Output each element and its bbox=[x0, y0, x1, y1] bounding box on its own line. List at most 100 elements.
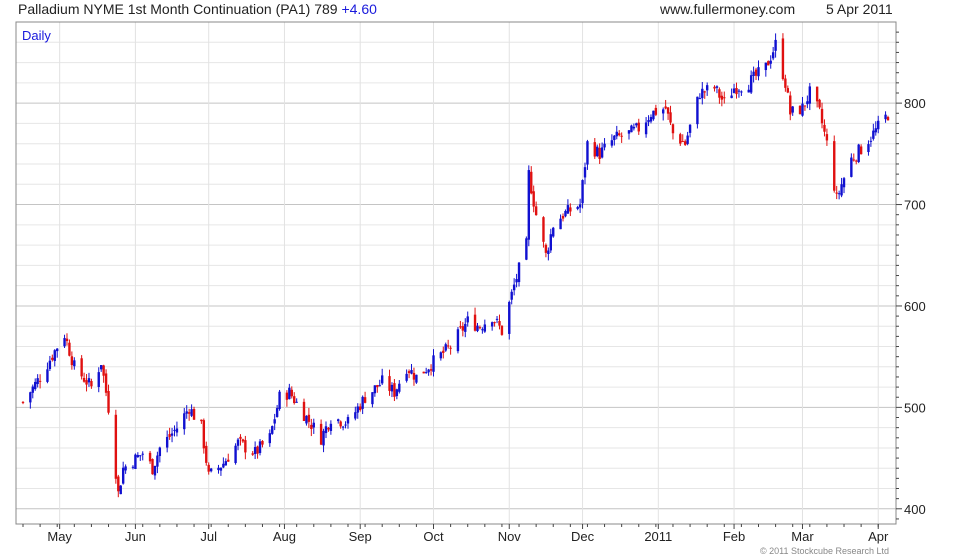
candle-body bbox=[444, 344, 447, 351]
candle-body bbox=[835, 192, 838, 194]
x-tick-label: May bbox=[47, 529, 72, 544]
candle-body bbox=[586, 141, 589, 165]
candle-body bbox=[850, 157, 853, 177]
candle-body bbox=[200, 419, 203, 422]
candle-body bbox=[288, 387, 291, 400]
candle-body bbox=[789, 95, 792, 115]
candle-body bbox=[275, 408, 279, 418]
price-change: +4.60 bbox=[341, 1, 377, 17]
candle-body bbox=[842, 178, 846, 188]
candle-body bbox=[395, 389, 399, 397]
candle-body bbox=[596, 146, 599, 157]
candle-body bbox=[749, 75, 753, 93]
candle-body bbox=[637, 122, 640, 132]
candle-body bbox=[65, 338, 69, 342]
candle-body bbox=[493, 322, 496, 324]
candle-body bbox=[566, 205, 570, 214]
candle-body bbox=[114, 414, 118, 479]
grid-lines bbox=[16, 22, 896, 524]
candle-body bbox=[781, 38, 785, 80]
candle-body bbox=[124, 466, 127, 471]
candle-body bbox=[473, 314, 477, 331]
candle-body bbox=[209, 468, 213, 472]
candle-body bbox=[576, 206, 579, 209]
candle-body bbox=[170, 433, 174, 436]
x-tick-label: 2011 bbox=[644, 529, 672, 544]
candle-body bbox=[48, 360, 52, 369]
candle-body bbox=[82, 377, 86, 382]
candle-body bbox=[598, 147, 601, 159]
candle-body bbox=[449, 347, 452, 349]
candle-body bbox=[224, 461, 228, 466]
y-tick-label: 700 bbox=[904, 198, 926, 213]
candle-body bbox=[754, 69, 758, 76]
candle-body bbox=[791, 106, 794, 113]
candle-body bbox=[165, 436, 169, 448]
plot-frame bbox=[15, 21, 897, 525]
candle-body bbox=[649, 117, 653, 122]
candle-body bbox=[549, 234, 552, 251]
candle-body bbox=[424, 372, 428, 374]
candle-body bbox=[478, 327, 482, 329]
candle-body bbox=[141, 453, 144, 455]
x-tick-label: Apr bbox=[868, 529, 889, 544]
candle-body bbox=[168, 434, 171, 437]
candle-body bbox=[620, 135, 623, 137]
candle-body bbox=[187, 412, 191, 414]
candle-body bbox=[855, 160, 858, 162]
candle-body bbox=[104, 373, 108, 393]
candle-body bbox=[70, 356, 74, 366]
x-axis: May Jun Jul Aug Sep Oct Nov Dec 2011 Feb Mar Apr bbox=[22, 524, 889, 544]
candle-body bbox=[627, 130, 631, 134]
instrument-name: Palladium NYME 1st Month Continuation (P… bbox=[18, 1, 338, 17]
y-tick-label: 800 bbox=[904, 96, 926, 111]
candle-body bbox=[718, 89, 721, 98]
candle-body bbox=[696, 96, 699, 125]
candle-body bbox=[207, 464, 210, 472]
candle-body bbox=[219, 467, 223, 471]
candle-body bbox=[600, 147, 604, 158]
candle-body bbox=[363, 397, 367, 403]
candle-body bbox=[652, 110, 655, 120]
candle-body bbox=[153, 465, 157, 476]
candle-body bbox=[476, 325, 479, 332]
candle-body bbox=[833, 141, 836, 191]
candle-body bbox=[234, 445, 237, 464]
x-tick-label: Aug bbox=[273, 529, 296, 544]
candle-body bbox=[552, 227, 555, 237]
candle-body bbox=[68, 342, 71, 356]
candle-body bbox=[681, 141, 684, 143]
candle-body bbox=[747, 89, 750, 93]
candle-body bbox=[512, 284, 516, 291]
candle-body bbox=[618, 133, 621, 136]
candle-body bbox=[390, 384, 394, 392]
candle-body bbox=[85, 380, 88, 385]
candle-body bbox=[510, 291, 513, 300]
candle-body bbox=[564, 211, 567, 217]
candle-body bbox=[764, 62, 768, 71]
candle-body bbox=[490, 322, 494, 327]
candle-body bbox=[815, 86, 819, 102]
candle-body bbox=[483, 324, 487, 332]
candle-body bbox=[121, 467, 125, 484]
candle-body bbox=[686, 135, 689, 144]
candle-body bbox=[407, 371, 411, 374]
candle-body bbox=[757, 67, 760, 77]
candle-body bbox=[337, 419, 340, 422]
candle-body bbox=[547, 250, 550, 255]
candle-body bbox=[293, 396, 296, 404]
x-tick-label: Nov bbox=[498, 529, 522, 544]
candle-body bbox=[158, 447, 162, 457]
x-tick-label: Mar bbox=[791, 529, 814, 544]
site-link[interactable]: www.fullermoney.com bbox=[660, 1, 795, 17]
candle-body bbox=[583, 167, 587, 178]
candle-body bbox=[99, 365, 103, 370]
candle-body bbox=[825, 134, 829, 141]
candle-body bbox=[393, 383, 396, 397]
candle-body bbox=[459, 326, 462, 328]
candle-body bbox=[581, 180, 584, 204]
candle-body bbox=[877, 120, 880, 130]
candle-body bbox=[319, 423, 323, 445]
candle-body bbox=[134, 454, 137, 470]
candle-body bbox=[119, 485, 122, 495]
